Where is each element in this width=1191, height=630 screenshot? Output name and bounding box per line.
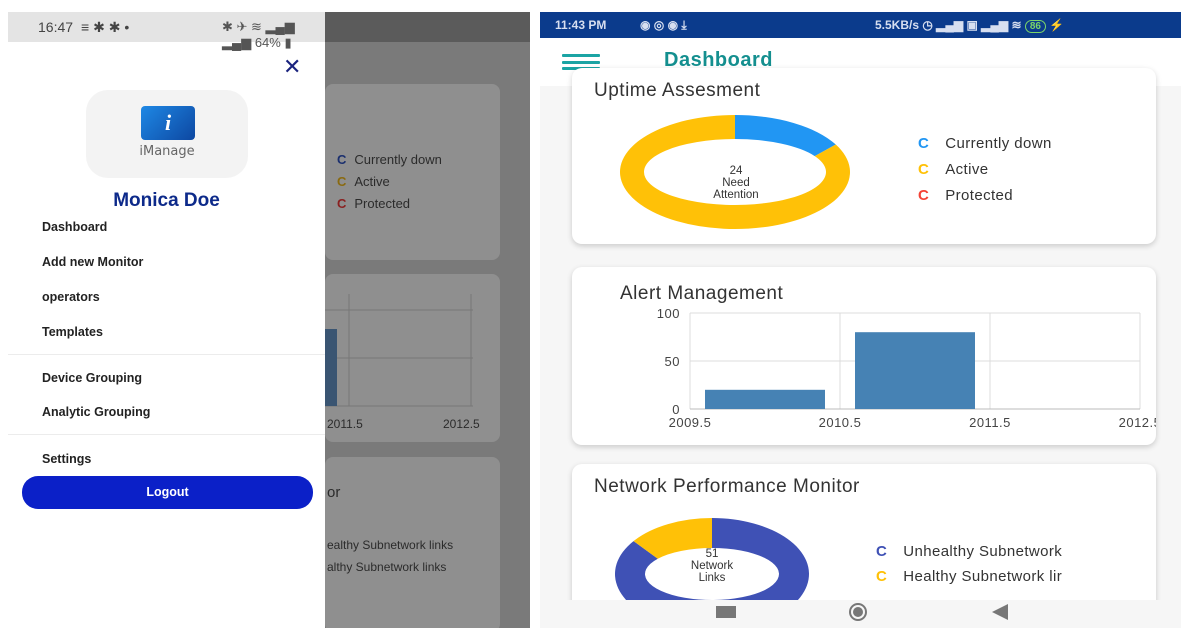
- imanage-logo-icon: i: [141, 106, 195, 140]
- bg-tick-label: 2012.5: [443, 417, 480, 431]
- left-status-right: ✱ ✈ ≋ ▂▄▆ ▂▄▆ 64% ▮: [222, 19, 325, 51]
- charging-icon: ⚡: [1049, 18, 1065, 32]
- menu-item-settings[interactable]: Settings: [42, 452, 91, 466]
- notification-icons: ◉ ◎ ◉ ⤓: [640, 18, 687, 32]
- x-tick-label: 2010.5: [819, 415, 862, 430]
- menu-item-device-grouping[interactable]: Device Grouping: [42, 371, 142, 385]
- left-phone-screen: 16:47 ≡ ✱ ✱ • ✱ ✈ ≋ ▂▄▆ ▂▄▆ 64% ▮ C Curre…: [8, 12, 530, 628]
- right-phone-screen: 11:43 PM ◉ ◎ ◉ ⤓ 5.5KB/s ◷ ▂▄▆ ▣ ▂▄▆ ≋ 8…: [540, 12, 1181, 628]
- refresh-icon: C: [918, 187, 930, 204]
- menu-item-templates[interactable]: Templates: [42, 325, 103, 339]
- menu-divider: [8, 354, 325, 355]
- legend-item-healthy-subnetwork: C Healthy Subnetwork lir: [876, 568, 1063, 585]
- home-dot-icon: [853, 607, 863, 617]
- refresh-icon: C: [918, 135, 930, 152]
- bar: [705, 389, 825, 409]
- uptime-center-line1: Need: [722, 177, 750, 189]
- refresh-icon: C: [337, 196, 347, 211]
- x-tick-label: 2012.5: [1119, 415, 1156, 430]
- legend-item-protected: C Protected: [918, 187, 1014, 204]
- uptime-center-line2: Attention: [713, 189, 759, 201]
- left-status-icons: ≡ ✱ ✱ •: [81, 18, 130, 35]
- dashboard-background-dimmed[interactable]: C Currently down C Active C Protected 2011.…: [325, 42, 530, 628]
- x-tick-label: 2009.5: [669, 415, 712, 430]
- menu-item-analytic-grouping[interactable]: Analytic Grouping: [42, 405, 150, 419]
- uptime-center-value: 24: [729, 165, 743, 177]
- bar: [855, 332, 975, 409]
- alert-bar-chart: 0501002009.52010.52011.52012.5: [657, 306, 1156, 430]
- y-tick-label: 50: [665, 354, 680, 369]
- left-status-time: 16:47: [38, 19, 74, 35]
- menu-divider: [8, 434, 325, 435]
- network-center-value: 51: [705, 548, 719, 560]
- bg-fragment: althy Subnetwork links: [327, 560, 447, 574]
- network-speed: 5.5KB/s: [875, 18, 920, 32]
- network-center-line2: Links: [698, 572, 726, 584]
- right-status-bar: 11:43 PM ◉ ◎ ◉ ⤓ 5.5KB/s ◷ ▂▄▆ ▣ ▂▄▆ ≋ 8…: [540, 12, 1181, 38]
- bg-legend-item: C Currently down: [337, 152, 442, 167]
- network-center-line1: Network: [690, 560, 734, 572]
- bg-uptime-card: [325, 84, 500, 260]
- bg-tick-label: 2011.5: [327, 417, 363, 431]
- donut-slice: [735, 115, 836, 157]
- bg-fragment: or: [327, 484, 341, 501]
- recents-button[interactable]: [716, 606, 736, 618]
- legend-item-currently-down: C Currently down: [918, 135, 1052, 152]
- network-title: Network Performance Monitor: [594, 476, 860, 497]
- refresh-icon: C: [337, 174, 347, 189]
- uptime-center-label: 24 Need Attention: [684, 165, 788, 201]
- refresh-icon: C: [918, 161, 930, 178]
- network-center-label: 51 Network Links: [662, 548, 762, 584]
- user-name: Monica Doe: [113, 190, 220, 211]
- bg-fragment: ealthy Subnetwork links: [327, 538, 454, 552]
- menu-item-add-new-monitor[interactable]: Add new Monitor: [42, 255, 143, 269]
- menu-item-dashboard[interactable]: Dashboard: [42, 220, 107, 234]
- brand-name: iManage: [139, 144, 195, 159]
- refresh-icon: C: [337, 152, 347, 167]
- network-card: Network Performance Monitor 51 Network L…: [572, 464, 1156, 616]
- x-tick-label: 2011.5: [969, 415, 1011, 430]
- legend-item-unhealthy-subnetwork: C Unhealthy Subnetwork: [876, 543, 1063, 560]
- right-status-right: 5.5KB/s ◷ ▂▄▆ ▣ ▂▄▆ ≋ 86 ⚡: [875, 18, 1064, 33]
- system-nav-bar: [540, 600, 1181, 628]
- close-drawer-button[interactable]: ✕: [283, 56, 301, 78]
- left-status-bar-dimmed: [325, 12, 530, 42]
- back-button[interactable]: [992, 604, 1008, 620]
- menu-item-operators[interactable]: operators: [42, 290, 100, 304]
- battery-icon: ▮: [280, 35, 292, 50]
- uptime-title: Uptime Assesment: [594, 80, 761, 101]
- right-status-time: 11:43 PM: [555, 18, 607, 32]
- logout-button[interactable]: Logout: [22, 476, 313, 509]
- legend-item-active: C Active: [918, 161, 989, 178]
- refresh-icon: C: [876, 543, 888, 560]
- uptime-card: Uptime Assesment 24 Need Attention C Curr…: [572, 68, 1156, 244]
- left-status-bar: 16:47 ≡ ✱ ✱ • ✱ ✈ ≋ ▂▄▆ ▂▄▆ 64% ▮: [8, 12, 325, 50]
- navigation-drawer: ✕ i iManage Monica Doe Dashboard Add new…: [8, 42, 325, 628]
- bg-legend-item: C Active: [337, 174, 390, 189]
- left-battery-level: 64%: [254, 35, 281, 50]
- battery-level: 86: [1024, 20, 1046, 33]
- brand-logo: i iManage: [86, 90, 248, 178]
- home-button[interactable]: [849, 603, 867, 621]
- bg-legend-item: C Protected: [337, 196, 411, 211]
- signal-icon: ◷ ▂▄▆ ▣ ▂▄▆ ≋: [922, 18, 1025, 32]
- refresh-icon: C: [876, 568, 888, 585]
- alert-card: Alert Management 0 50 100 2009.5 2010.5 2011.…: [572, 267, 1156, 445]
- y-tick-label: 100: [657, 306, 680, 321]
